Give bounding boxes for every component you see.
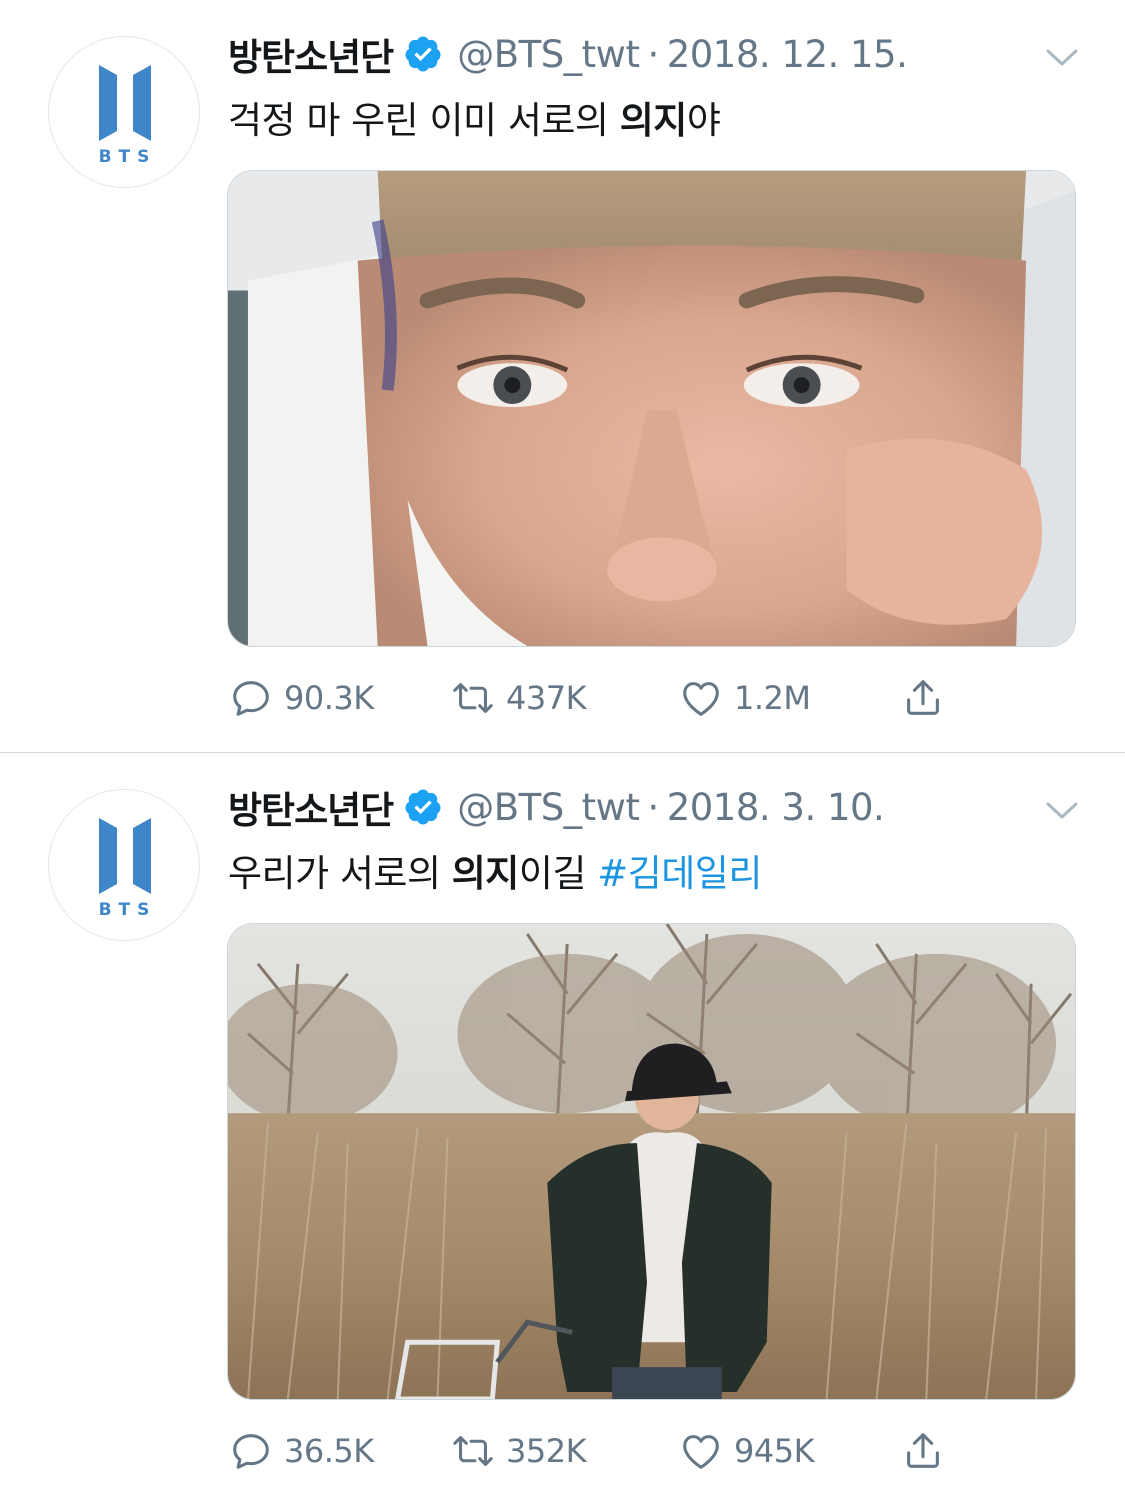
like-count: 945K [734, 1432, 815, 1470]
tweet-actions: 36.5K 352K 945K [228, 1426, 988, 1476]
tweet-photo[interactable] [227, 170, 1076, 647]
share-button[interactable] [900, 1426, 946, 1476]
reply-button[interactable]: 36.5K [228, 1426, 374, 1476]
tweet-header: 방탄소년단 @BTS_twt · 2018. 12. 15. [228, 28, 1098, 80]
tweet-text-bold: 의지 [451, 852, 520, 895]
tweet-text-part: 걱정 마 우린 이미 서로의 [228, 99, 620, 142]
tweet-text-part: 야 [686, 99, 721, 142]
reply-count: 36.5K [284, 1432, 374, 1470]
chevron-down-icon[interactable] [1042, 42, 1082, 72]
verified-badge-icon [403, 787, 443, 827]
share-button[interactable] [900, 673, 946, 723]
tweet-text: 걱정 마 우린 이미 서로의 의지야 [228, 90, 721, 144]
selfie-photo-image [228, 171, 1075, 646]
like-icon [678, 1428, 724, 1474]
like-button[interactable]: 945K [678, 1426, 815, 1476]
tweet-photo[interactable] [227, 923, 1076, 1400]
header-separator: · [647, 785, 659, 829]
like-count: 1.2M [734, 679, 811, 717]
tweet-actions: 90.3K 437K 1.2M [228, 673, 988, 723]
tweet-text-part: 우리가 서로의 [228, 852, 452, 895]
header-separator: · [647, 32, 659, 76]
tweet-text-bold: 의지 [619, 99, 688, 142]
tweet[interactable]: BTS 방탄소년단 @BTS_twt · 2018. 3. 10. 우리가 서로… [0, 753, 1125, 1493]
author-handle[interactable]: @BTS_twt [457, 786, 640, 829]
share-icon [900, 675, 946, 721]
hashtag-link[interactable]: #김데일리 [597, 852, 762, 895]
author-handle[interactable]: @BTS_twt [457, 33, 640, 76]
avatar-logo-text: BTS [98, 900, 157, 920]
field-photo-image [228, 924, 1075, 1399]
retweet-icon [450, 675, 496, 721]
tweet-text: 우리가 서로의 의지이길 #김데일리 [228, 843, 762, 897]
retweet-count: 437K [506, 679, 587, 717]
tweet[interactable]: BTS 방탄소년단 @BTS_twt · 2018. 12. 15. 걱정 마 … [0, 0, 1125, 752]
retweet-button[interactable]: 437K [450, 673, 587, 723]
bts-logo-icon [99, 61, 151, 143]
avatar[interactable]: BTS [48, 789, 200, 941]
reply-icon [228, 1428, 274, 1474]
tweet-text-part: 이길 [518, 852, 598, 895]
avatar-logo-text: BTS [98, 147, 157, 167]
like-button[interactable]: 1.2M [678, 673, 811, 723]
tweet-date[interactable]: 2018. 12. 15. [667, 33, 908, 76]
bts-logo-icon [99, 814, 151, 896]
retweet-button[interactable]: 352K [450, 1426, 587, 1476]
like-icon [678, 675, 724, 721]
tweet-header: 방탄소년단 @BTS_twt · 2018. 3. 10. [228, 781, 1098, 833]
verified-badge-icon [403, 34, 443, 74]
chevron-down-icon[interactable] [1042, 795, 1082, 825]
reply-count: 90.3K [284, 679, 374, 717]
author-name[interactable]: 방탄소년단 [228, 780, 394, 834]
share-icon [900, 1428, 946, 1474]
reply-button[interactable]: 90.3K [228, 673, 374, 723]
retweet-count: 352K [506, 1432, 587, 1470]
reply-icon [228, 675, 274, 721]
retweet-icon [450, 1428, 496, 1474]
tweet-date[interactable]: 2018. 3. 10. [667, 786, 885, 829]
avatar[interactable]: BTS [48, 36, 200, 188]
author-name[interactable]: 방탄소년단 [228, 27, 394, 81]
